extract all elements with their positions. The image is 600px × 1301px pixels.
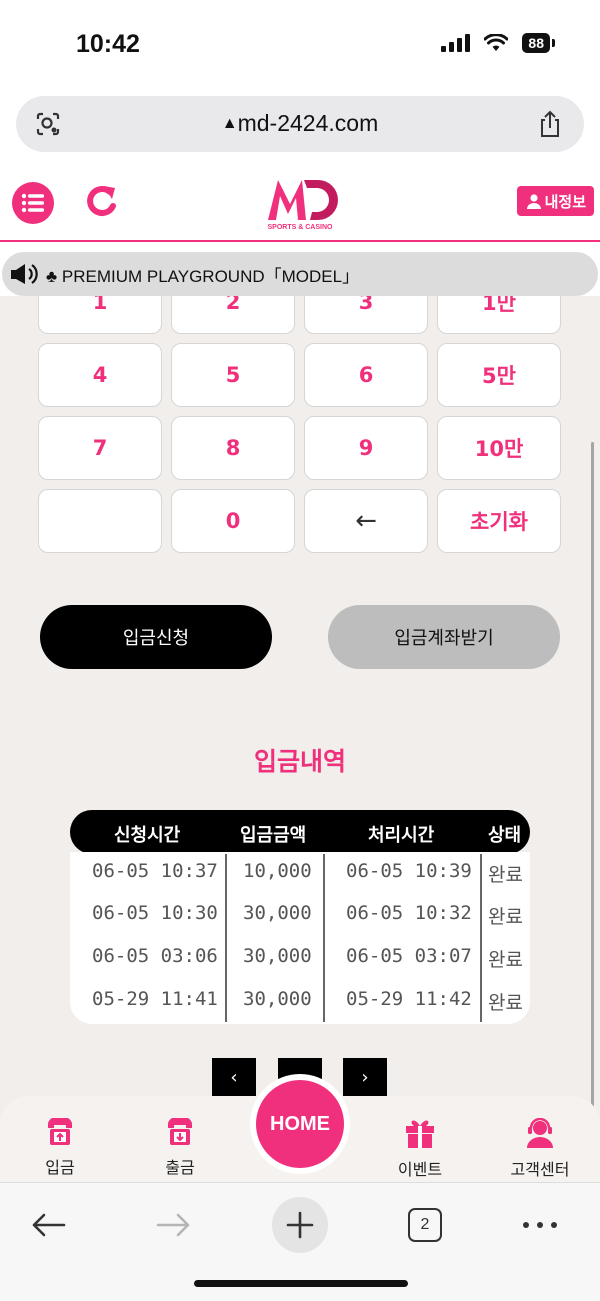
table-cell: 10,000 [243,860,312,882]
tabs-button[interactable]: 2 [397,1197,453,1253]
nav-deposit[interactable]: 입금 [10,1116,110,1178]
deposit-content: 1 2 3 1만 4 5 6 5만 7 8 9 10만 0 ← 초기화 입금신청… [0,296,600,1196]
url-display[interactable]: ▲md-2424.com [16,110,584,137]
user-icon [526,193,541,209]
scrollbar[interactable] [591,442,594,1132]
keypad-key-8[interactable]: 8 [171,416,295,480]
deposit-phone-icon [48,1116,72,1145]
table-cell: 05-29 11:41 [92,988,218,1010]
history-table-header: 신청시간 입금금액 처리시간 상태 [70,810,530,854]
table-cell: 완료 [488,864,523,886]
deposit-history-title: 입금내역 [253,747,346,776]
header-amount: 입금금액 [240,825,307,846]
megaphone-icon [11,264,38,284]
keypad-key-10k[interactable]: 1만 [437,296,561,334]
my-info-button[interactable]: 내정보 [516,186,594,216]
browser-forward-button[interactable] [146,1197,202,1253]
header-request-time: 신청시간 [114,825,181,846]
keypad-key-4[interactable]: 4 [38,343,162,407]
notice-marquee: ♣ PREMIUM PLAYGROUND「MODEL」 [2,252,598,296]
site-logo[interactable]: SPORTS & CASINO [260,174,340,240]
nav-deposit-label: 입금 [45,1158,75,1177]
new-tab-button[interactable] [272,1197,328,1253]
status-time: 10:42 [76,30,140,58]
table-cell: 30,000 [243,945,312,967]
battery-indicator: 88 [522,33,555,53]
amount-keypad: 1 2 3 1만 4 5 6 5만 7 8 9 10만 0 ← 초기화 [38,296,562,553]
nav-support-label: 고객센터 [510,1160,570,1179]
browser-back-button[interactable] [20,1197,76,1253]
site-header: SPORTS & CASINO 내정보 [0,166,600,242]
withdraw-phone-icon [168,1116,192,1145]
home-indicator [194,1280,408,1287]
logo-caption: SPORTS & CASINO [267,224,333,231]
url-text: md-2424.com [237,110,379,136]
header-status: 상태 [488,825,522,846]
keypad-key-50k[interactable]: 5만 [437,343,561,407]
arrow-left-icon [32,1213,66,1237]
url-bar[interactable]: ▲md-2424.com [16,96,584,152]
column-divider [323,854,325,1022]
nav-withdraw-label: 출금 [165,1158,195,1177]
table-cell: 06-05 03:06 [92,945,218,967]
keypad-backspace-key[interactable]: ← [304,489,428,553]
keypad-key-6[interactable]: 6 [304,343,428,407]
warning-icon: ▲ [221,115,238,132]
keypad-key-0[interactable]: 0 [171,489,295,553]
table-cell: 완료 [488,949,523,971]
header-processed-time: 처리시간 [368,825,435,846]
table-cell: 06-05 10:39 [346,860,472,882]
pager-next-button[interactable]: › [343,1058,387,1096]
nav-event[interactable]: 이벤트 [370,1118,470,1180]
table-cell: 06-05 10:37 [92,860,218,882]
home-button[interactable]: HOME [250,1074,350,1174]
more-dots-icon [523,1222,557,1228]
keypad-key-7[interactable]: 7 [38,416,162,480]
table-cell: 완료 [488,992,523,1014]
table-cell: 06-05 10:30 [92,902,218,924]
table-cell: 05-29 11:42 [346,988,472,1010]
my-info-label: 내정보 [544,192,586,211]
status-bar: 10:42 88 [0,0,600,90]
menu-button[interactable] [12,182,54,224]
tab-count-badge: 2 [408,1208,442,1242]
support-agent-icon [527,1117,553,1148]
logo-mark-icon [268,180,338,220]
share-icon[interactable] [536,109,564,139]
wifi-icon [484,34,509,51]
keypad-reset-key[interactable]: 초기화 [437,489,561,553]
deposit-account-button[interactable]: 입금계좌받기 [328,605,560,669]
notice-text: ♣ PREMIUM PLAYGROUND「MODEL」 [46,266,360,286]
more-menu-button[interactable] [512,1197,568,1253]
gift-icon [406,1120,434,1148]
table-cell: 30,000 [243,902,312,924]
keypad-key-blank[interactable] [38,489,162,553]
nav-withdraw[interactable]: 출금 [130,1116,230,1178]
column-divider [225,854,227,1022]
nav-support[interactable]: 고객센터 [490,1117,590,1180]
keypad-key-100k[interactable]: 10만 [437,416,561,480]
table-cell: 06-05 10:32 [346,902,472,924]
column-divider [480,854,482,1022]
deposit-apply-button[interactable]: 입금신청 [40,605,272,669]
table-cell: 완료 [488,906,523,928]
menu-list-icon [21,193,44,213]
table-cell: 30,000 [243,988,312,1010]
keypad-key-2[interactable]: 2 [171,296,295,334]
keypad-key-3[interactable]: 3 [304,296,428,334]
keypad-key-5[interactable]: 5 [171,343,295,407]
cellular-signal-icon [441,34,471,52]
pager-prev-button[interactable]: ‹ [212,1058,256,1096]
table-cell: 06-05 03:07 [346,945,472,967]
nav-event-label: 이벤트 [397,1160,443,1179]
history-table-body: 06-05 10:37 10,000 06-05 10:39 완료 06-05 … [70,852,530,1024]
keypad-key-9[interactable]: 9 [304,416,428,480]
arrow-right-icon [156,1213,190,1237]
refresh-icon[interactable] [80,180,124,224]
keypad-key-1[interactable]: 1 [38,296,162,334]
status-icons: 88 [441,33,555,53]
plus-icon [286,1211,314,1239]
